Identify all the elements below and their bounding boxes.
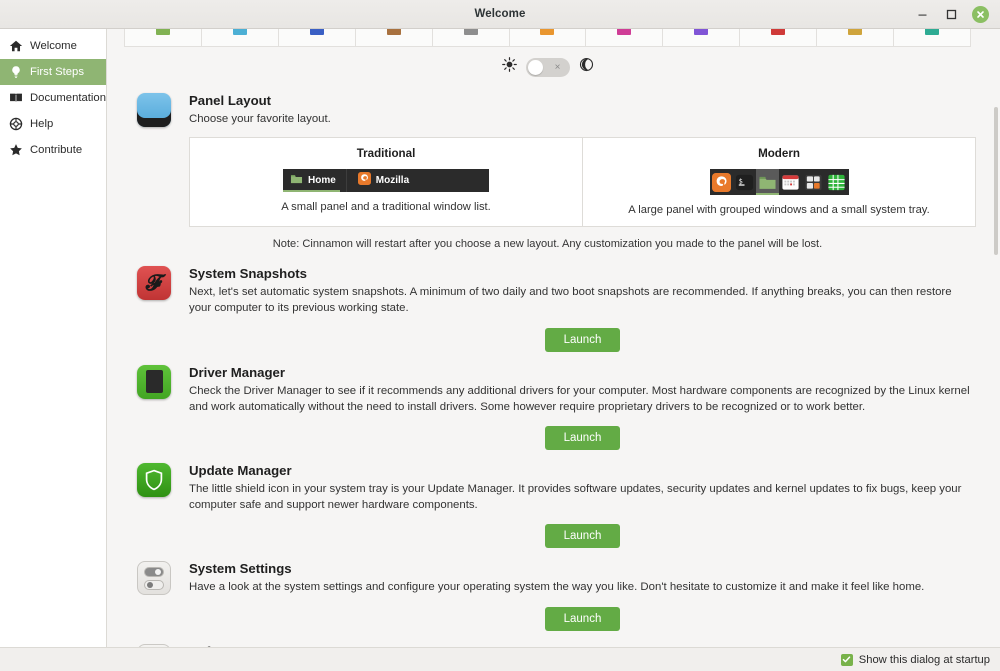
- timeshift-icon: 𝓕: [133, 266, 175, 351]
- folder-icon: [290, 172, 303, 190]
- color-swatch[interactable]: [201, 29, 279, 47]
- calendar-icon: [779, 169, 802, 195]
- color-swatch[interactable]: [355, 29, 433, 47]
- color-swatch[interactable]: [663, 29, 741, 47]
- welcome-window: Welcome Welcome First Steps Documentatio…: [0, 0, 1000, 671]
- title-bar: Welcome: [0, 0, 1000, 29]
- sidebar-item-label: Help: [30, 118, 54, 130]
- spreadsheet-icon: [825, 169, 848, 195]
- sidebar-item-contribute[interactable]: Contribute: [0, 137, 106, 163]
- section-description: Choose your favorite layout.: [189, 113, 331, 125]
- section-panel-layout: Panel Layout Choose your favorite layout…: [119, 93, 976, 228]
- shield-icon: [133, 462, 175, 548]
- color-swatch[interactable]: [894, 29, 971, 47]
- star-icon: [9, 143, 23, 157]
- accent-color-swatches: [119, 29, 976, 47]
- launch-driver-manager-button[interactable]: Launch: [544, 425, 621, 450]
- color-swatch[interactable]: [432, 29, 510, 47]
- color-swatch[interactable]: [124, 29, 202, 47]
- launch-update-manager-button[interactable]: Launch: [544, 524, 621, 549]
- preview-label: Home: [308, 175, 336, 187]
- color-swatch[interactable]: [817, 29, 895, 47]
- layout-option-description: A small panel and a traditional window l…: [281, 201, 491, 214]
- section-description: Have a look at the system settings and c…: [189, 581, 925, 594]
- sidebar-item-label: First Steps: [30, 66, 84, 78]
- section-software-manager: Software Manager There are about 60,000 …: [119, 643, 976, 648]
- color-swatch[interactable]: [586, 29, 664, 47]
- sidebar: Welcome First Steps Documentation Help C…: [0, 29, 107, 647]
- sidebar-item-first-steps[interactable]: First Steps: [0, 59, 106, 85]
- theme-toggle-row: ×: [119, 57, 976, 77]
- home-icon: [9, 39, 23, 53]
- show-at-startup-label: Show this dialog at startup: [858, 653, 990, 666]
- launch-system-settings-button[interactable]: Launch: [544, 606, 621, 631]
- section-driver-manager: Driver Manager Check the Driver Manager …: [119, 364, 976, 450]
- layout-option-name: Traditional: [356, 147, 416, 161]
- sidebar-item-welcome[interactable]: Welcome: [0, 33, 106, 59]
- folder-icon: [755, 169, 779, 196]
- content-area: × Panel Layout Choose your favorite layo…: [107, 29, 1000, 647]
- color-swatch[interactable]: [740, 29, 818, 47]
- preview-window-button: Home: [283, 169, 340, 193]
- window-body: Welcome First Steps Documentation Help C…: [0, 29, 1000, 647]
- layout-option-traditional[interactable]: Traditional Home Mozilla A small panel a…: [190, 138, 582, 226]
- modern-panel-preview: $: [709, 169, 849, 196]
- section-title: Software Manager: [189, 644, 976, 648]
- driver-manager-icon: [133, 364, 175, 450]
- sun-icon: [501, 57, 517, 77]
- panel-layout-options: Traditional Home Mozilla A small panel a…: [189, 137, 976, 228]
- section-system-snapshots: 𝓕 System Snapshots Next, let's set autom…: [119, 266, 976, 352]
- maximize-button[interactable]: [943, 6, 960, 23]
- window-title: Welcome: [474, 8, 526, 20]
- book-icon: [9, 91, 23, 105]
- software-manager-icon: [133, 643, 175, 647]
- sidebar-item-documentation[interactable]: Documentation: [0, 85, 106, 111]
- preview-label: Mozilla: [375, 175, 410, 187]
- sidebar-item-help[interactable]: Help: [0, 111, 106, 137]
- section-description: Check the Driver Manager to see if it re…: [189, 384, 970, 413]
- window-controls: [914, 5, 1000, 23]
- section-update-manager: Update Manager The little shield icon in…: [119, 462, 976, 549]
- traditional-panel-preview: Home Mozilla: [283, 169, 489, 193]
- layout-option-description: A large panel with grouped windows and a…: [628, 204, 930, 217]
- theme-toggle-switch[interactable]: ×: [525, 57, 570, 77]
- sidebar-item-label: Welcome: [30, 40, 77, 52]
- moon-icon: [579, 57, 594, 77]
- terminal-icon: $: [733, 169, 756, 195]
- svg-text:$: $: [738, 177, 742, 185]
- section-description: Next, let's set automatic system snapsho…: [189, 286, 952, 315]
- sidebar-item-label: Documentation: [30, 92, 106, 104]
- section-title: Update Manager: [189, 462, 292, 478]
- settings-toggles-icon: [133, 561, 175, 630]
- show-at-startup-checkbox[interactable]: [840, 653, 853, 666]
- minimize-button[interactable]: [914, 6, 931, 23]
- color-swatch[interactable]: [278, 29, 356, 47]
- firefox-icon: [357, 171, 371, 190]
- panel-layout-note: Note: Cinnamon will restart after you ch…: [272, 238, 823, 251]
- section-title: Driver Manager: [189, 364, 286, 380]
- section-title: System Settings: [189, 561, 292, 577]
- color-swatch[interactable]: [509, 29, 587, 47]
- panel-layout-icon: [133, 93, 175, 227]
- firefox-icon: [710, 169, 733, 195]
- section-title: System Snapshots: [189, 266, 307, 282]
- first-steps-content: × Panel Layout Choose your favorite layo…: [107, 29, 1000, 647]
- section-system-settings: System Settings Have a look at the syste…: [119, 561, 976, 631]
- section-description: The little shield icon in your system tr…: [189, 482, 962, 512]
- launch-system-snapshots-button[interactable]: Launch: [544, 327, 621, 352]
- lifebuoy-icon: [9, 117, 23, 131]
- section-title: Panel Layout: [189, 93, 272, 108]
- close-button[interactable]: [972, 5, 989, 23]
- lightbulb-icon: [9, 65, 23, 79]
- sidebar-item-label: Contribute: [30, 144, 83, 156]
- content-scrollbar[interactable]: [994, 107, 998, 255]
- toggle-off-mark: ×: [554, 61, 561, 73]
- toggle-knob: [527, 59, 543, 75]
- status-bar: Show this dialog at startup: [0, 647, 1000, 671]
- layout-option-modern[interactable]: Modern $ A large panel with grouped wind…: [582, 138, 975, 227]
- calculator-icon: [802, 169, 825, 195]
- layout-option-name: Modern: [758, 147, 800, 161]
- preview-window-button: Mozilla: [351, 169, 409, 192]
